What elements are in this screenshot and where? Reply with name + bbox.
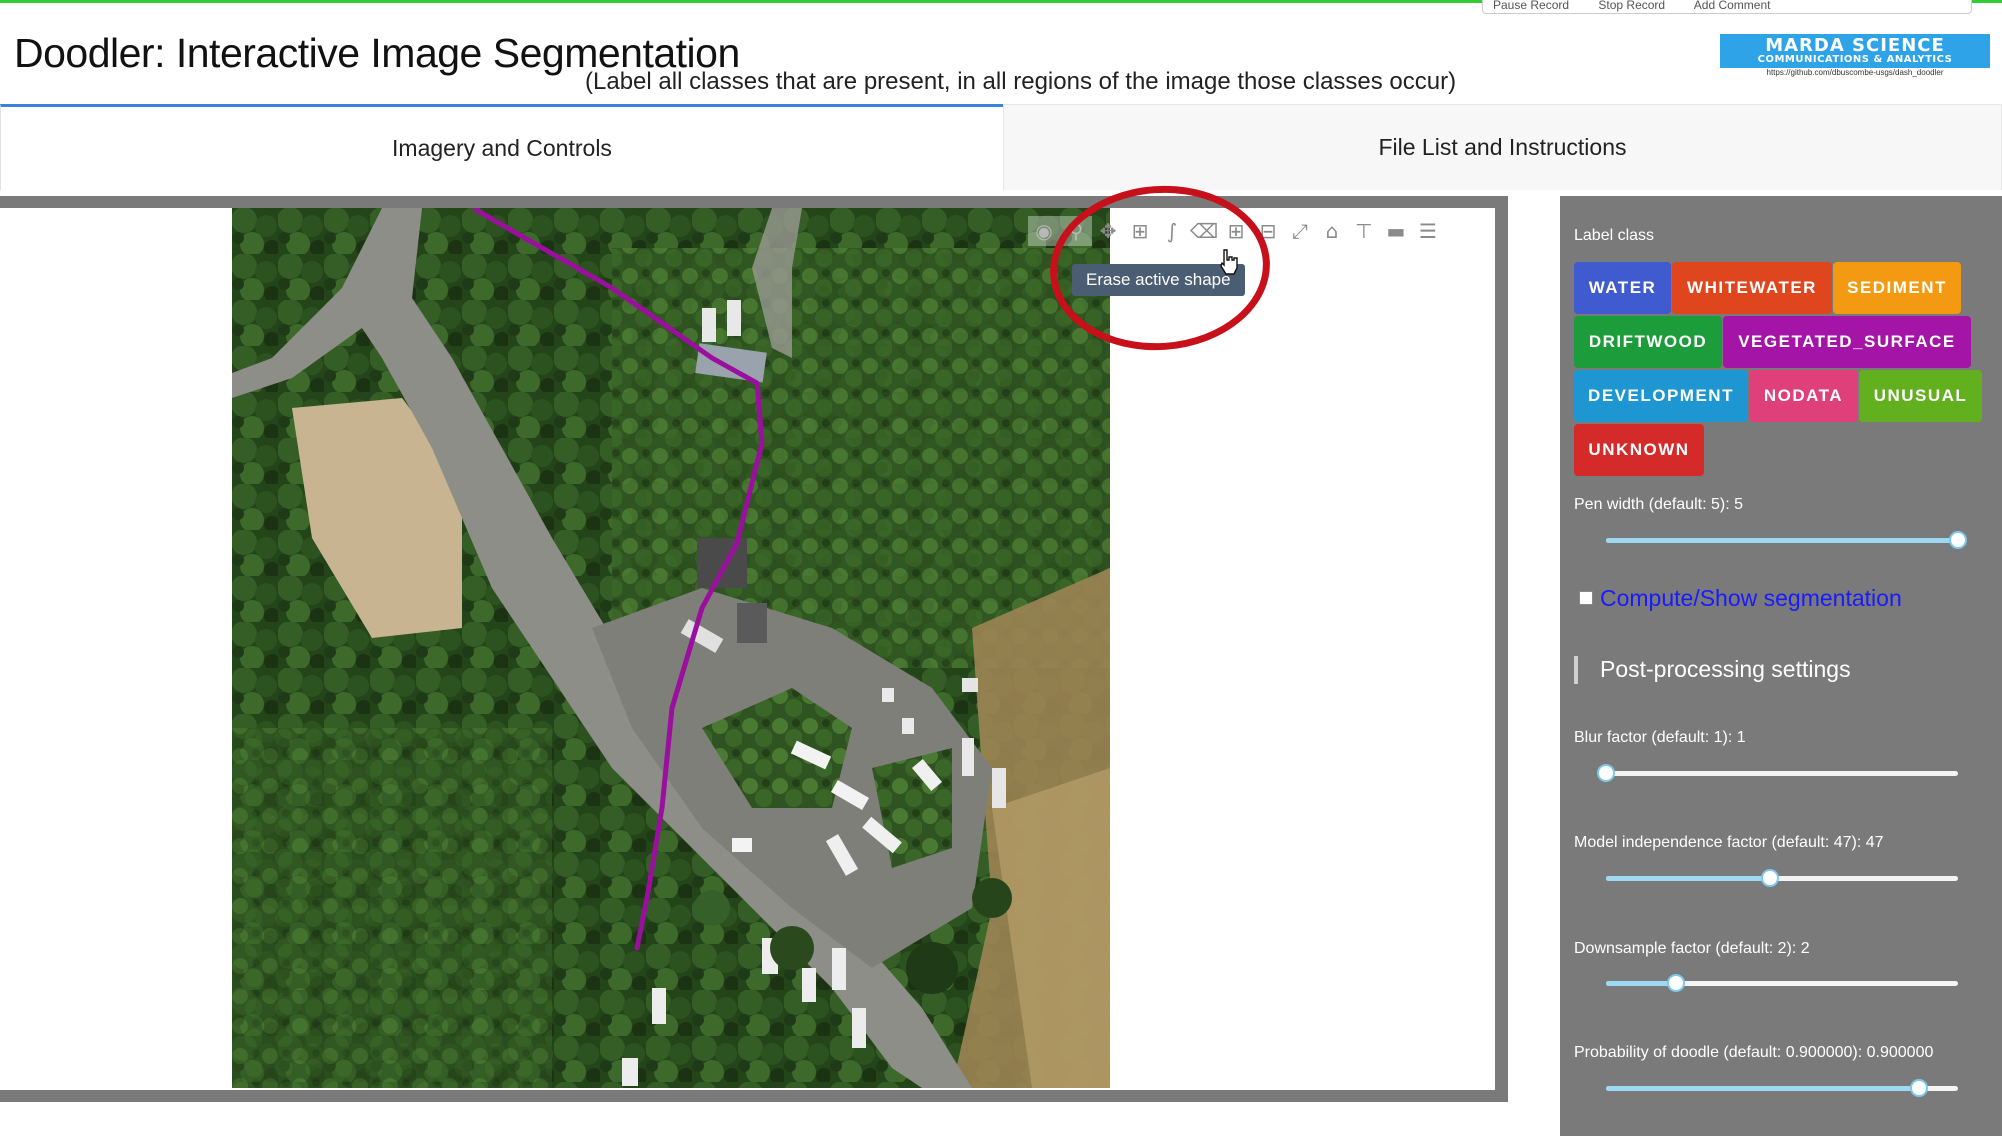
- camera-icon[interactable]: ◉: [1028, 216, 1060, 246]
- probability-of-doodle-slider[interactable]: [1606, 1076, 1958, 1102]
- stop-record-button[interactable]: Stop Record: [1598, 0, 1665, 12]
- slider-handle[interactable]: [1760, 869, 1779, 887]
- aerial-image[interactable]: [232, 208, 1110, 1088]
- slider-handle[interactable]: [1597, 764, 1615, 782]
- slider-fill: [1606, 538, 1958, 543]
- compute-segmentation-checkbox[interactable]: [1579, 591, 1593, 605]
- class-button-development[interactable]: DEVELOPMENT: [1574, 370, 1748, 422]
- model-independence-slider[interactable]: [1606, 866, 1958, 892]
- autoscale-icon[interactable]: ⤢: [1284, 216, 1316, 246]
- slider-handle[interactable]: [1667, 974, 1686, 992]
- blur-factor-label: Blur factor (default: 1): 1: [1574, 729, 1746, 746]
- class-button-vegetated-surface[interactable]: VEGETATED_SURFACE: [1723, 316, 1971, 368]
- graph-frame: ◉ ⚲ ✥ ⊞ ∫ ⌫ ⊞ ⊟ ⤢ ⌂ ⊤ ▬ ☰ Erase active s…: [0, 196, 1508, 1102]
- class-button-unknown[interactable]: UNKNOWN: [1574, 424, 1704, 476]
- tab-imagery-and-controls[interactable]: Imagery and Controls: [0, 104, 1003, 190]
- slider-handle[interactable]: [1949, 531, 1967, 549]
- class-button-nodata[interactable]: NODATA: [1749, 370, 1858, 422]
- tab-file-list-and-instructions[interactable]: File List and Instructions: [1003, 104, 2002, 190]
- reset-axes-icon[interactable]: ⌂: [1316, 216, 1348, 246]
- class-button-whitewater[interactable]: WHITEWATER: [1672, 262, 1832, 314]
- blur-factor-slider[interactable]: [1597, 761, 1958, 787]
- slider-fill: [1606, 981, 1677, 986]
- marda-logo: MARDA SCIENCE COMMUNICATIONS & ANALYTICS…: [1720, 34, 1990, 78]
- tab-bar: Imagery and Controls File List and Instr…: [0, 104, 2002, 190]
- pen-width-label: Pen width (default: 5): 5: [1574, 496, 1743, 513]
- recorder-toolbar: Pause Record Stop Record Add Comment: [1482, 0, 1972, 14]
- slider-fill: [1606, 1086, 1920, 1091]
- class-button-unusual[interactable]: UNUSUAL: [1859, 370, 1982, 422]
- hover-compare-icon[interactable]: ☰: [1412, 216, 1444, 246]
- logo-line-2: COMMUNICATIONS & ANALYTICS: [1757, 54, 1953, 65]
- pen-width-slider[interactable]: [1606, 528, 1967, 554]
- label-class-title: Label class: [1574, 227, 1655, 244]
- class-button-sediment[interactable]: SEDIMENT: [1833, 262, 1961, 314]
- post-processing-heading: Post-processing settings: [1600, 656, 1851, 682]
- spike-lines-icon[interactable]: ⊤: [1348, 216, 1380, 246]
- probability-of-doodle-label: Probability of doodle (default: 0.900000…: [1574, 1044, 1934, 1061]
- pause-record-button[interactable]: Pause Record: [1493, 0, 1569, 12]
- slider-track: [1606, 771, 1958, 776]
- class-button-water[interactable]: WATER: [1574, 262, 1671, 314]
- hover-closest-icon[interactable]: ▬: [1380, 216, 1412, 246]
- downsample-factor-label: Downsample factor (default: 2): 2: [1574, 940, 1810, 957]
- slider-handle[interactable]: [1910, 1079, 1929, 1097]
- class-button-driftwood[interactable]: DRIFTWOOD: [1574, 316, 1722, 368]
- add-comment-button[interactable]: Add Comment: [1694, 0, 1771, 12]
- image-graph[interactable]: ◉ ⚲ ✥ ⊞ ∫ ⌫ ⊞ ⊟ ⤢ ⌂ ⊤ ▬ ☰ Erase active s…: [0, 208, 1495, 1090]
- downsample-factor-slider[interactable]: [1606, 971, 1958, 997]
- section-marker: [1574, 656, 1578, 684]
- logo-line-1: MARDA SCIENCE: [1765, 35, 1945, 56]
- compute-segmentation-label[interactable]: Compute/Show segmentation: [1600, 585, 1902, 612]
- model-independence-label: Model independence factor (default: 47):…: [1574, 834, 1884, 851]
- slider-fill: [1606, 876, 1770, 881]
- logo-url: https://github.com/dbuscombe-usgs/dash_d…: [1766, 68, 1944, 77]
- page-subtitle: (Label all classes that are present, in …: [585, 68, 1457, 95]
